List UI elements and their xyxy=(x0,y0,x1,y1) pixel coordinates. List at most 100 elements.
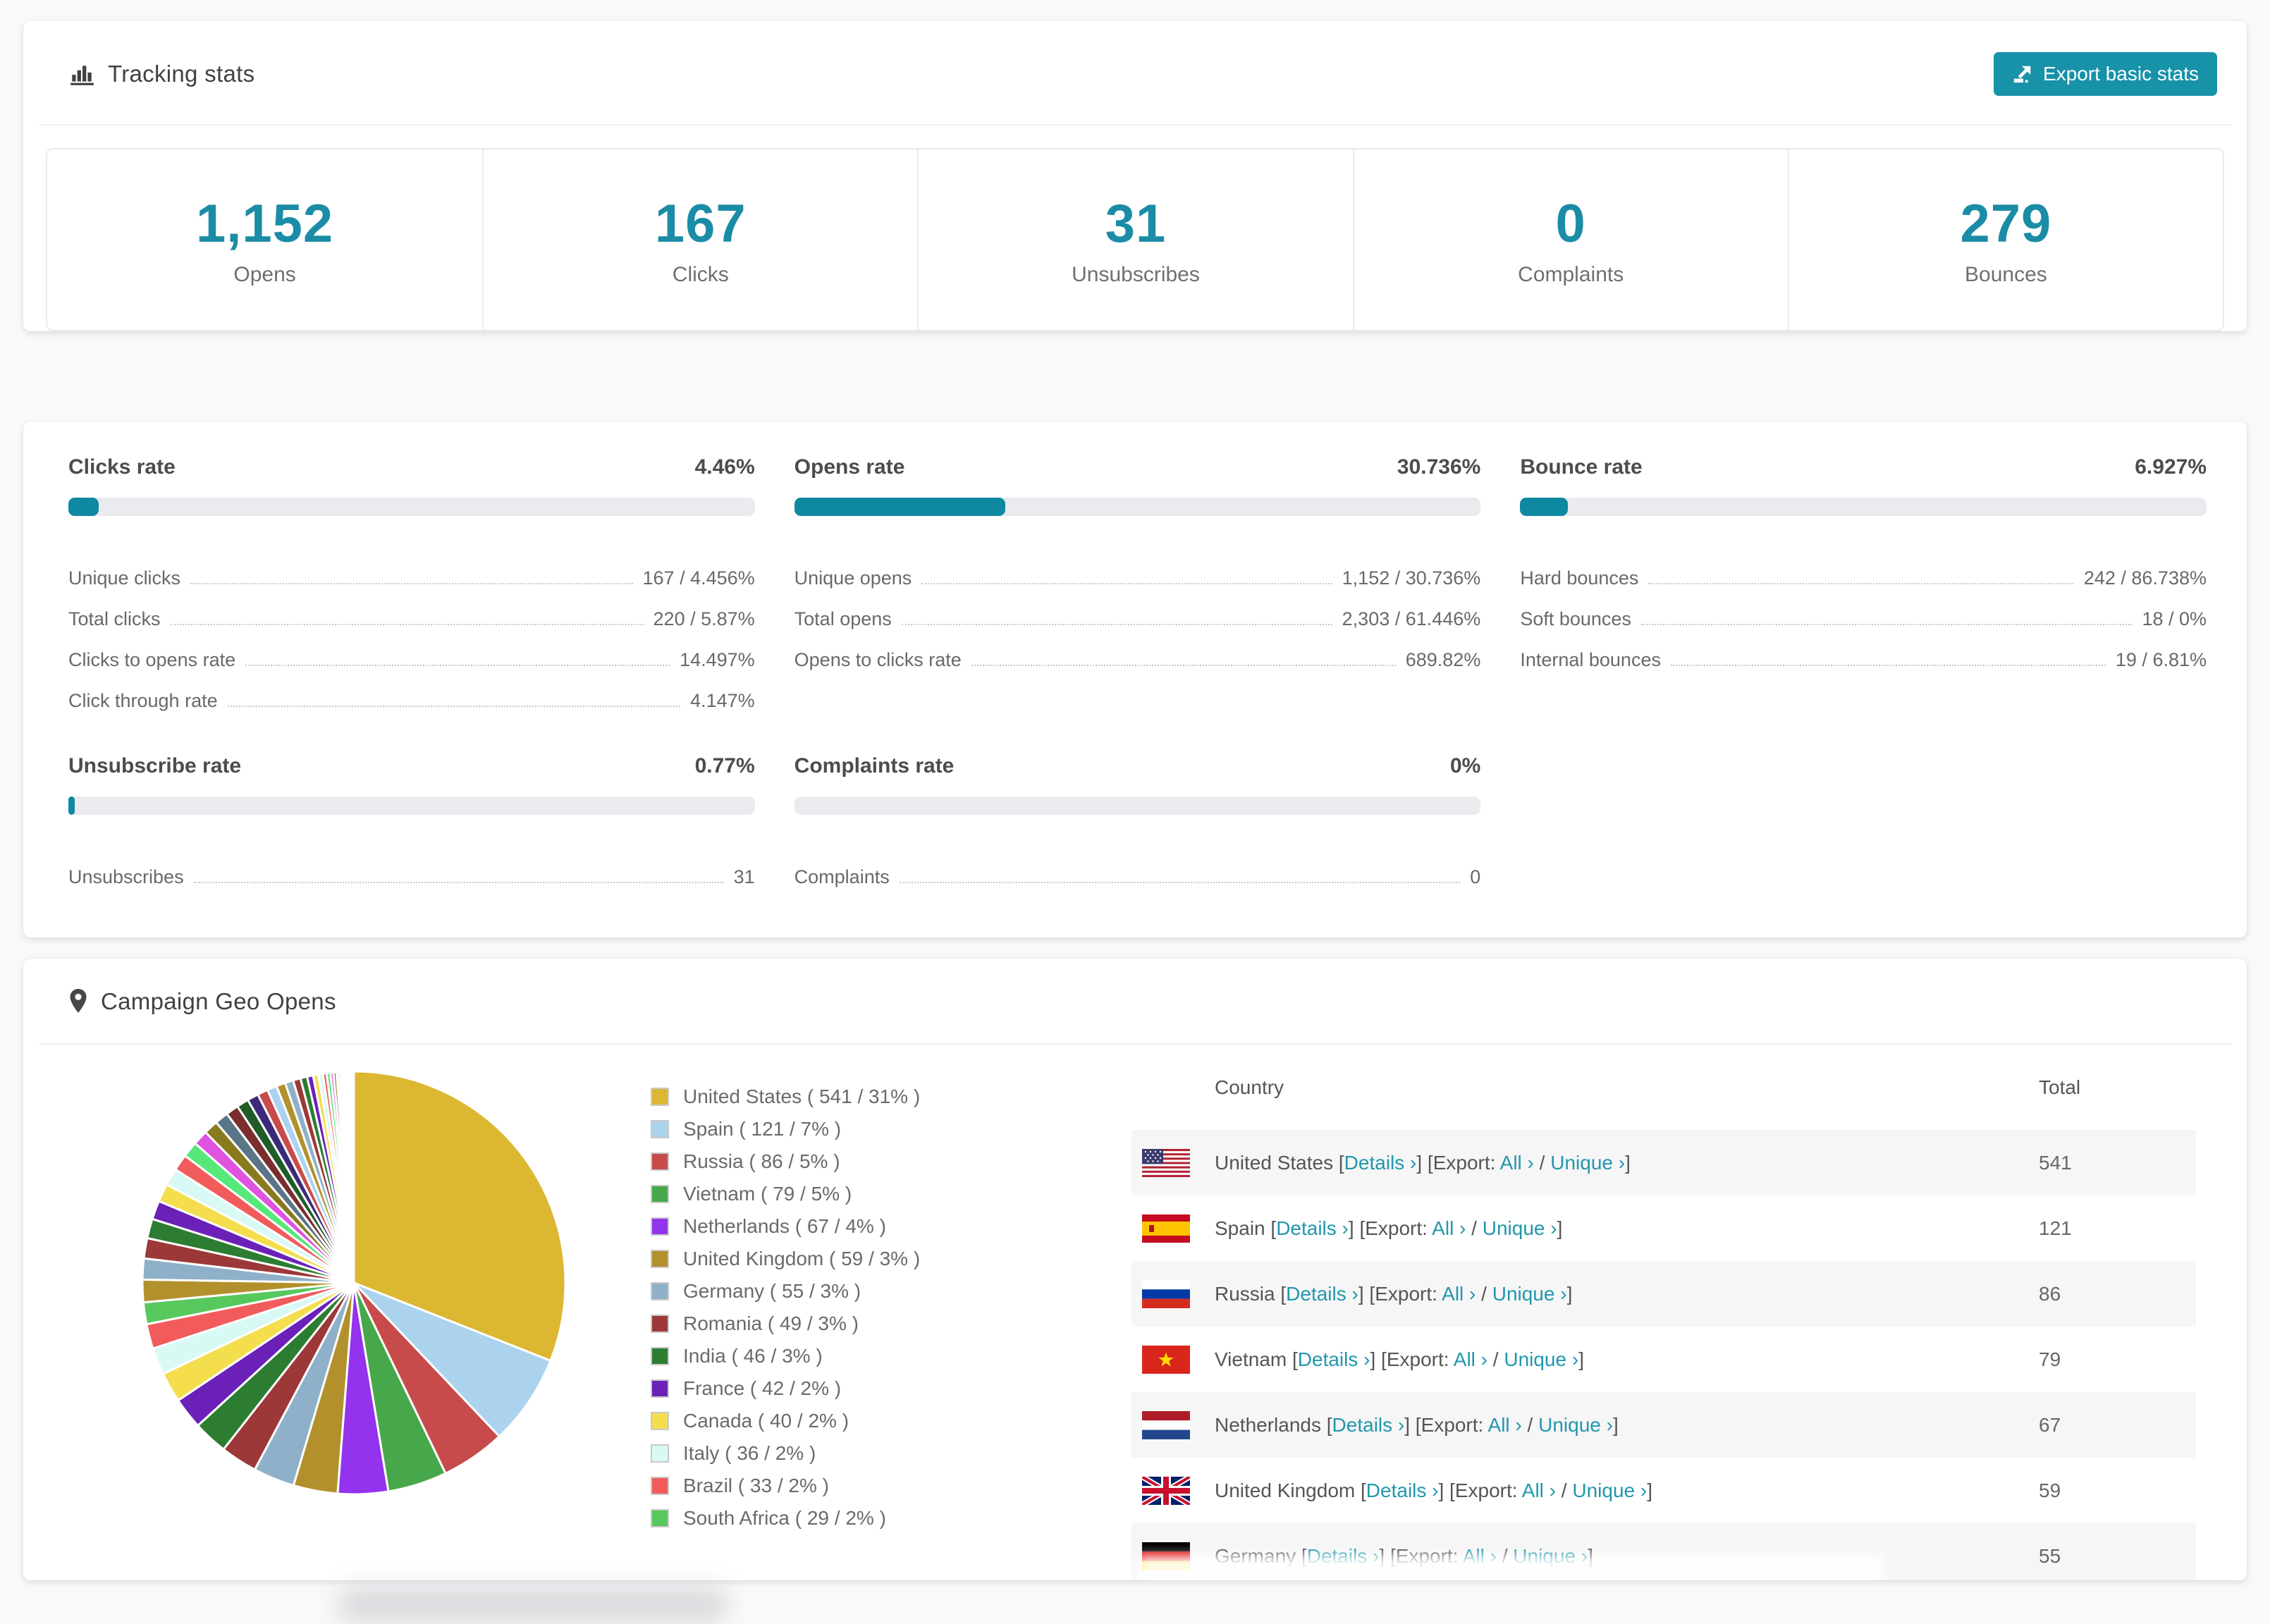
bracket: [ xyxy=(1333,1151,1344,1174)
stat-value: 31 xyxy=(1105,193,1167,254)
legend-item-france: France ( 42 / 2% ) xyxy=(651,1377,1116,1400)
bracket: [ xyxy=(1296,1544,1307,1567)
table-row-united-kingdom: United Kingdom [Details ›] [Export: All … xyxy=(1131,1458,2196,1523)
legend-label: Spain ( 121 / 7% ) xyxy=(683,1118,842,1140)
bracket: ] xyxy=(1358,1282,1364,1305)
rate-row-label: Clicks to opens rate xyxy=(68,649,236,670)
details-link[interactable]: Details › xyxy=(1307,1545,1380,1567)
export-basic-stats-button[interactable]: Export basic stats xyxy=(1994,52,2217,96)
country-name: Netherlands xyxy=(1215,1413,1321,1436)
rate-row-value: 4.147% xyxy=(690,690,755,711)
export-all-link[interactable]: All › xyxy=(1500,1152,1534,1174)
legend-item-vietnam: Vietnam ( 79 / 5% ) xyxy=(651,1183,1116,1205)
rate-row-label: Total clicks xyxy=(68,608,161,629)
total-cell: 541 xyxy=(2039,1151,2072,1174)
bracket: [ xyxy=(1355,1479,1366,1501)
export-unique-link[interactable]: Unique › xyxy=(1550,1152,1625,1174)
rate-progress-bar xyxy=(794,498,1481,516)
export-unique-link[interactable]: Unique › xyxy=(1513,1545,1588,1567)
legend-swatch xyxy=(651,1315,669,1333)
dotted-leader xyxy=(1648,583,2074,584)
country-name: Spain xyxy=(1215,1217,1265,1239)
rate-row-value: 14.497% xyxy=(680,649,755,670)
export-all-link[interactable]: All › xyxy=(1442,1283,1476,1305)
legend-swatch xyxy=(651,1412,669,1430)
legend-swatch xyxy=(651,1477,669,1495)
stat-value: 167 xyxy=(654,193,747,254)
legend-swatch xyxy=(651,1152,669,1171)
geo-pie-chart xyxy=(139,1068,569,1498)
rate-row: Clicks to opens rate 14.497% xyxy=(68,630,755,671)
details-link[interactable]: Details › xyxy=(1276,1217,1349,1239)
stat-complaints: 0 Complaints xyxy=(1352,149,1788,330)
export-unique-link[interactable]: Unique › xyxy=(1504,1348,1578,1370)
rate-row-label: Unsubscribes xyxy=(68,866,184,887)
country-cell: Vietnam [Details ›] [Export: All › / Uni… xyxy=(1215,1348,1584,1371)
dotted-leader xyxy=(899,882,1461,883)
export-all-link[interactable]: All › xyxy=(1522,1480,1556,1501)
dotted-leader xyxy=(245,665,670,666)
russia-flag-icon xyxy=(1142,1279,1190,1308)
export-all-link[interactable]: All › xyxy=(1454,1348,1487,1370)
united-states-flag-icon xyxy=(1142,1148,1190,1177)
stat-clicks: 167 Clicks xyxy=(482,149,917,330)
rate-row: Internal bounces 19 / 6.81% xyxy=(1520,630,2207,671)
legend-label: Russia ( 86 / 5% ) xyxy=(683,1150,840,1172)
table-row-netherlands: Netherlands [Details ›] [Export: All › /… xyxy=(1131,1392,2196,1458)
bracket: [ xyxy=(1275,1282,1287,1305)
export-unique-link[interactable]: Unique › xyxy=(1483,1217,1557,1239)
stat-value: 279 xyxy=(1960,193,2052,254)
legend-label: Canada ( 40 / 2% ) xyxy=(683,1410,849,1432)
legend-swatch xyxy=(651,1217,669,1236)
rate-row-value: 220 / 5.87% xyxy=(653,608,755,629)
country-cell: Netherlands [Details ›] [Export: All › /… xyxy=(1215,1414,1619,1437)
export-all-link[interactable]: All › xyxy=(1463,1545,1497,1567)
country-cell: Russia [Details ›] [Export: All › / Uniq… xyxy=(1215,1283,1572,1305)
pie-slice-other-42 xyxy=(352,1070,355,1284)
bracket: ] xyxy=(1578,1348,1584,1370)
legend-item-united-kingdom: United Kingdom ( 59 / 3% ) xyxy=(651,1248,1116,1270)
rate-row: Unsubscribes 31 xyxy=(68,847,755,888)
legend-label: India ( 46 / 3% ) xyxy=(683,1345,823,1367)
export-unique-link[interactable]: Unique › xyxy=(1538,1414,1613,1436)
rate-row-label: Hard bounces xyxy=(1520,567,1639,589)
stats-summary-box: 1,152 Opens 167 Clicks 31 Unsubscribes 0 Compla… xyxy=(46,148,2224,331)
total-cell: 86 xyxy=(2039,1282,2061,1305)
rate-row-value: 1,152 / 30.736% xyxy=(1342,567,1481,589)
export-unique-link[interactable]: Unique › xyxy=(1492,1283,1567,1305)
legend-swatch xyxy=(651,1088,669,1106)
table-row-vietnam: Vietnam [Details ›] [Export: All › / Uni… xyxy=(1131,1327,2196,1392)
rate-row: Total opens 2,303 / 61.446% xyxy=(795,589,1481,630)
export-unique-link[interactable]: Unique › xyxy=(1572,1480,1647,1501)
details-link[interactable]: Details › xyxy=(1366,1480,1439,1501)
rate-value: 30.736% xyxy=(1397,455,1481,479)
rates-grid: Clicks rate 4.46% Unique clicks 167 / 4.456… xyxy=(68,455,2207,888)
export-all-link[interactable]: All › xyxy=(1432,1217,1466,1239)
table-row-russia: Russia [Details ›] [Export: All › / Uniq… xyxy=(1131,1261,2196,1327)
dotted-leader xyxy=(227,706,681,707)
slash: / xyxy=(1533,1151,1551,1174)
rate-progress-fill xyxy=(1520,498,1568,516)
column-header-country: Country xyxy=(1215,1076,1284,1098)
map-pin-icon xyxy=(68,988,88,1015)
dotted-leader xyxy=(901,624,1332,625)
tracking-stats-header: Tracking stats Export basic stats xyxy=(23,21,2247,96)
stat-value: 0 xyxy=(1555,193,1586,254)
legend-swatch xyxy=(651,1282,669,1300)
legend-item-italy: Italy ( 36 / 2% ) xyxy=(651,1442,1116,1465)
stat-bounces: 279 Bounces xyxy=(1787,149,2223,330)
country-cell: Spain [Details ›] [Export: All › / Uniqu… xyxy=(1215,1217,1562,1240)
details-link[interactable]: Details › xyxy=(1298,1348,1370,1370)
legend-item-netherlands: Netherlands ( 67 / 4% ) xyxy=(651,1215,1116,1238)
export-all-link[interactable]: All › xyxy=(1488,1414,1522,1436)
details-link[interactable]: Details › xyxy=(1344,1152,1417,1174)
rate-block-unsubscribe-rate: Unsubscribe rate 0.77% Unsubscribes 31 xyxy=(68,754,755,888)
rate-title: Opens rate xyxy=(794,455,905,479)
details-link[interactable]: Details › xyxy=(1286,1283,1358,1305)
table-header-row: Country Total xyxy=(1131,1045,2196,1130)
stat-label: Bounces xyxy=(1965,262,2047,286)
rate-block-clicks-rate: Clicks rate 4.46% Unique clicks 167 / 4.456… xyxy=(68,455,755,712)
details-link[interactable]: Details › xyxy=(1332,1414,1405,1436)
country-cell: Germany [Details ›] [Export: All › / Uni… xyxy=(1215,1545,1593,1568)
slash: / xyxy=(1466,1217,1483,1239)
